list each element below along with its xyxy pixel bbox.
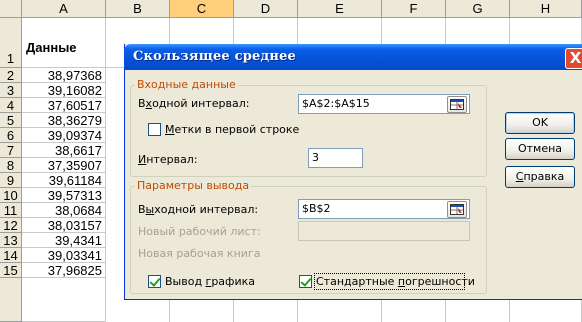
row-header-3[interactable]: 3 xyxy=(0,83,22,98)
cell-a3[interactable]: 39,16082 xyxy=(22,83,106,98)
column-header-b[interactable]: B xyxy=(106,0,170,18)
help-label-post: правка xyxy=(523,170,565,183)
interval-label: Интервал: xyxy=(138,153,198,166)
input-range-label-pre: В xyxy=(138,97,146,110)
cell-a16[interactable] xyxy=(22,278,106,322)
cell-a1[interactable]: Данные xyxy=(22,18,106,68)
standard-errors-label-pre: Стандартные xyxy=(316,275,398,288)
row-header-13[interactable]: 13 xyxy=(0,233,22,248)
row-header-11[interactable]: 11 xyxy=(0,203,22,218)
dialog-title-bar[interactable]: Скользящее среднее X xyxy=(124,44,582,70)
select-all-corner[interactable] xyxy=(0,0,22,18)
ok-button[interactable]: OK xyxy=(505,112,575,134)
cell-a4[interactable]: 37,60517 xyxy=(22,98,106,113)
dialog-title: Скользящее среднее xyxy=(133,49,297,64)
standard-errors-checkbox[interactable] xyxy=(299,275,312,288)
row-header-9[interactable]: 9 xyxy=(0,173,22,188)
cell-a8[interactable]: 37,35907 xyxy=(22,158,106,173)
labels-first-row-label: Метки в первой строке xyxy=(165,123,299,136)
row-header-15[interactable]: 15 xyxy=(0,263,22,278)
row-header-4[interactable]: 4 xyxy=(0,98,22,113)
range-select-icon xyxy=(450,99,464,110)
output-range-label-pre: В xyxy=(138,203,146,216)
row-header-2[interactable]: 2 xyxy=(0,68,22,83)
cell-a11[interactable]: 38,0684 xyxy=(22,203,106,218)
close-icon: X xyxy=(569,49,582,67)
range-select-icon xyxy=(450,204,464,215)
row-number: 1 xyxy=(6,51,15,66)
column-header-g[interactable]: G xyxy=(446,0,510,18)
standard-errors-label-post: огрешности xyxy=(405,275,475,288)
column-header-e[interactable]: E xyxy=(298,0,382,18)
column-header-h[interactable]: H xyxy=(510,0,582,18)
input-range-label: Входной интервал: xyxy=(138,97,249,110)
cell-a6[interactable]: 39,09374 xyxy=(22,128,106,143)
row-header-8[interactable]: 8 xyxy=(0,158,22,173)
new-sheet-label: Новый рабочий лист: xyxy=(138,225,261,238)
output-range-label-hotkey: ы xyxy=(145,203,155,216)
labels-first-row-checkbox[interactable] xyxy=(148,123,161,136)
row-header-1[interactable]: 1 xyxy=(0,18,22,68)
cell-a5[interactable]: 38,36279 xyxy=(22,113,106,128)
row-header-16[interactable] xyxy=(0,278,22,322)
chart-output-label-post: рафика xyxy=(211,275,255,288)
cancel-button[interactable]: Отмена xyxy=(505,138,575,160)
new-sheet-field xyxy=(298,221,470,241)
input-range-label-post: одной интервал: xyxy=(152,97,250,110)
cell-a15[interactable]: 37,96825 xyxy=(22,263,106,278)
chart-output-checkbox[interactable] xyxy=(148,275,161,288)
input-range-select-button[interactable] xyxy=(447,96,467,113)
chart-output-label-pre: Вывод xyxy=(165,275,206,288)
moving-average-dialog: Скользящее среднее X Входные данные Вход… xyxy=(124,44,582,300)
column-header-a[interactable]: A xyxy=(22,0,106,18)
cell-a7[interactable]: 38,6617 xyxy=(22,143,106,158)
cell-a12[interactable]: 38,03157 xyxy=(22,218,106,233)
row-header-14[interactable]: 14 xyxy=(0,248,22,263)
column-header-f[interactable]: F xyxy=(382,0,446,18)
row-header-12[interactable]: 12 xyxy=(0,218,22,233)
help-button[interactable]: Справка xyxy=(505,166,575,188)
column-header-d[interactable]: D xyxy=(234,0,298,18)
row-header-7[interactable]: 7 xyxy=(0,143,22,158)
new-workbook-label: Новая рабочая книга xyxy=(138,247,261,260)
input-range-field[interactable]: $A$2:$A$15 xyxy=(298,94,470,114)
input-data-legend: Входные данные xyxy=(135,78,238,91)
cell-a14[interactable]: 39,03341 xyxy=(22,248,106,263)
interval-label-hotkey: И xyxy=(138,153,147,166)
output-range-label-post: ходной интервал: xyxy=(154,203,259,216)
output-options-legend: Параметры вывода xyxy=(135,179,252,192)
column-header-c[interactable]: C xyxy=(170,0,234,18)
output-range-field[interactable]: $B$2 xyxy=(298,199,470,219)
row-header-10[interactable]: 10 xyxy=(0,188,22,203)
close-button[interactable]: X xyxy=(565,48,582,69)
standard-errors-label: Стандартные погрешности xyxy=(316,275,475,288)
row-header-6[interactable]: 6 xyxy=(0,128,22,143)
interval-label-post: нтервал: xyxy=(146,153,198,166)
labels-first-row-label-post: етки в первой строке xyxy=(174,123,300,136)
chart-output-label: Вывод графика xyxy=(165,275,255,288)
cell-a13[interactable]: 39,4341 xyxy=(22,233,106,248)
cell-a9[interactable]: 39,61184 xyxy=(22,173,106,188)
cell-a10[interactable]: 39,57313 xyxy=(22,188,106,203)
output-range-select-button[interactable] xyxy=(447,201,467,218)
row-header-5[interactable]: 5 xyxy=(0,113,22,128)
labels-first-row-hotkey: М xyxy=(165,123,175,136)
output-range-label: Выходной интервал: xyxy=(138,203,258,216)
interval-field[interactable]: 3 xyxy=(308,148,363,168)
cell-a2[interactable]: 38,97368 xyxy=(22,68,106,83)
